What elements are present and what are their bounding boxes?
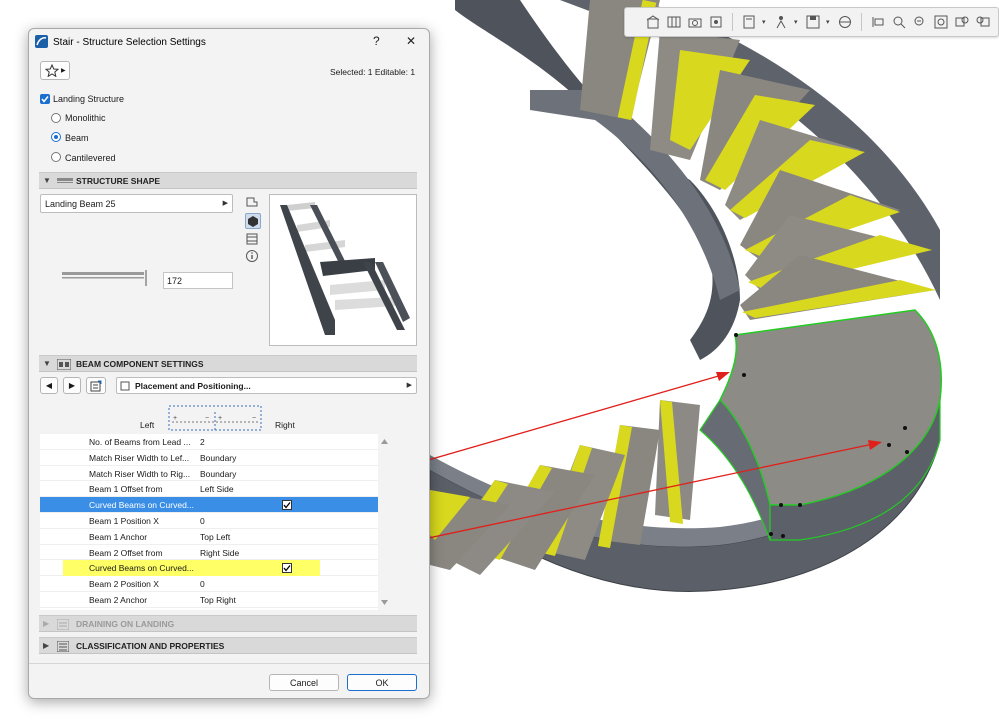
dialog-titlebar[interactable]: Stair - Structure Selection Settings ? ✕	[29, 29, 429, 55]
save-icon[interactable]	[805, 14, 821, 30]
list-item[interactable]: Beam 1 Position X 0	[40, 513, 378, 529]
chevron-left-icon: ◀	[45, 381, 53, 390]
structure-selection-settings-dialog: Stair - Structure Selection Settings ? ✕…	[28, 28, 430, 699]
settings-page-dropdown[interactable]: Placement and Positioning... ▶	[116, 377, 417, 394]
list-item[interactable]: Beam 2 Position X 0	[40, 576, 378, 592]
chevron-down-icon[interactable]: ▾	[762, 18, 768, 26]
beam-settings-list[interactable]: No. of Beams from Lead ... 2 Match Riser…	[40, 434, 378, 610]
svg-text:−: −	[252, 415, 256, 422]
align-icon[interactable]	[870, 14, 886, 30]
settings-page-name: Placement and Positioning...	[135, 381, 251, 391]
classification-section-header[interactable]: ▶ CLASSIFICATION AND PROPERTIES	[39, 637, 417, 654]
classification-icon	[56, 640, 70, 654]
settings-view-icon[interactable]	[708, 14, 724, 30]
footer-divider	[29, 663, 429, 664]
person-marker-icon[interactable]	[773, 14, 789, 30]
curved-beams-checkbox[interactable]	[282, 500, 292, 511]
next-page-button[interactable]: ▶	[63, 377, 81, 394]
layout-icon[interactable]	[741, 14, 757, 30]
landing-structure-checkbox[interactable]	[40, 94, 50, 104]
landing-structure-label: Landing Structure	[53, 94, 125, 104]
beam-component-icon	[56, 358, 72, 372]
info-icon[interactable]	[245, 249, 259, 265]
beam-height-input[interactable]: 172	[163, 272, 233, 289]
list-item[interactable]: No. of Beams from Lead ... 2	[40, 434, 378, 450]
profile-name: Landing Beam 25	[45, 199, 116, 209]
camera-icon[interactable]	[687, 14, 703, 30]
page-icon	[120, 381, 130, 393]
drain-icon	[56, 618, 70, 632]
expand-arrow-icon: ▶	[43, 619, 50, 628]
building-icon[interactable]	[645, 14, 661, 30]
selection-info: Selected: 1 Editable: 1	[330, 67, 416, 77]
list-item[interactable]: Beam 1 Anchor Top Left	[40, 529, 378, 545]
classification-title: CLASSIFICATION AND PROPERTIES	[76, 641, 225, 651]
zoom-fit-icon[interactable]	[933, 14, 949, 30]
star-icon	[45, 64, 59, 77]
previous-page-button[interactable]: ◀	[40, 377, 58, 394]
curved-beams-checkbox[interactable]	[282, 563, 292, 574]
collapse-arrow-icon: ▼	[43, 359, 51, 368]
list-item[interactable]: Beam 1 Offset from Left Side	[40, 481, 378, 498]
zoom-prev-icon[interactable]	[954, 14, 970, 30]
draining-title: DRAINING ON LANDING	[76, 619, 175, 629]
view-toolbar: ▾ ▾ ▾	[624, 7, 999, 37]
chevron-right-icon: ▶	[406, 382, 412, 389]
chevron-right-icon: ▶	[68, 381, 76, 390]
cantilevered-label: Cantilevered	[65, 153, 116, 163]
structure-shape-section-header[interactable]: ▼ STRUCTURE SHAPE	[39, 172, 417, 189]
beam-width-symbol	[62, 269, 147, 287]
ok-button[interactable]: OK	[347, 674, 417, 691]
stair-preview	[269, 194, 417, 346]
help-button[interactable]: ?	[373, 34, 380, 48]
zoom-in-icon[interactable]	[891, 14, 907, 30]
monolithic-label: Monolithic	[65, 113, 106, 123]
beam-label: Beam	[65, 133, 89, 143]
expand-arrow-icon: ▶	[43, 641, 50, 650]
list-item-selected[interactable]: Curved Beams on Curved...	[40, 497, 378, 513]
list-item[interactable]: Match Riser Width to Rig... Boundary	[40, 466, 378, 482]
cancel-button[interactable]: Cancel	[269, 674, 339, 691]
cantilevered-radio[interactable]	[51, 152, 61, 162]
list-scrollbar[interactable]	[378, 434, 391, 610]
list-item[interactable]: Match Riser Width to Lef... Boundary	[40, 450, 378, 466]
list-item[interactable]: Beam 2 Anchor Top Right	[40, 592, 378, 608]
svg-text:+: +	[173, 415, 177, 422]
beam-profile-icon	[57, 176, 73, 187]
right-label: Right	[275, 420, 295, 430]
svg-text:−: −	[205, 415, 209, 422]
page-list-button[interactable]	[86, 377, 106, 394]
list-item-highlighted[interactable]: Curved Beams on Curved...	[40, 560, 378, 577]
3d-view-icon[interactable]	[245, 213, 261, 229]
globe-icon[interactable]	[837, 14, 853, 30]
left-label: Left	[140, 420, 155, 430]
grid-view-icon[interactable]	[666, 14, 682, 30]
beam-position-diagram: + − + −	[168, 404, 262, 432]
close-button[interactable]: ✕	[406, 34, 416, 48]
draining-on-landing-section-header[interactable]: ▶ DRAINING ON LANDING	[39, 615, 417, 632]
beam-component-title: BEAM COMPONENT SETTINGS	[76, 359, 204, 369]
collapse-arrow-icon: ▼	[43, 176, 51, 185]
structure-shape-title: STRUCTURE SHAPE	[76, 176, 161, 186]
zoom-next-icon[interactable]	[975, 14, 991, 30]
chevron-down-icon[interactable]: ▾	[826, 18, 832, 26]
monolithic-radio[interactable]	[51, 113, 61, 123]
chevron-down-icon[interactable]: ▾	[794, 18, 800, 26]
list-item[interactable]: Beam 2 Offset from Right Side	[40, 545, 378, 561]
stair-app-icon	[35, 35, 48, 50]
profile-dropdown[interactable]: Landing Beam 25 ▶	[40, 194, 233, 213]
floor-plan-view-icon[interactable]	[245, 195, 259, 211]
chevron-right-icon: ▶	[61, 68, 66, 74]
dialog-title: Stair - Structure Selection Settings	[53, 37, 206, 48]
beam-radio[interactable]	[51, 132, 61, 142]
beam-component-section-header[interactable]: ▼ BEAM COMPONENT SETTINGS	[39, 355, 417, 372]
chevron-right-icon: ▶	[222, 200, 228, 207]
svg-text:+: +	[218, 415, 222, 422]
favorites-button[interactable]: ▶	[40, 61, 70, 80]
settings-page-icon	[90, 380, 102, 391]
zoom-out-icon[interactable]	[912, 14, 928, 30]
section-view-icon[interactable]	[245, 232, 259, 248]
